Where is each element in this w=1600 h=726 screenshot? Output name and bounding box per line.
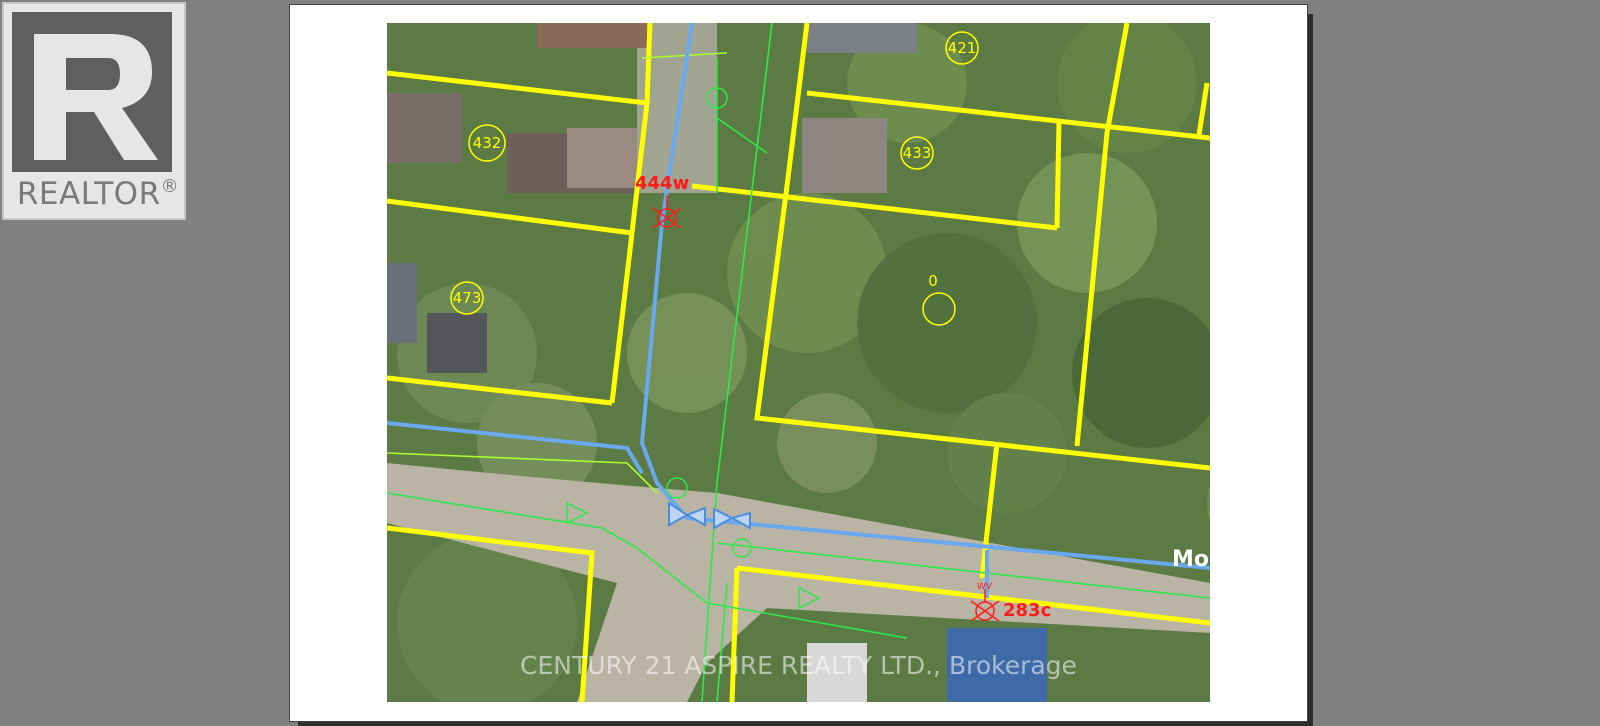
building xyxy=(537,23,647,48)
valve-label-283c: 283c xyxy=(1003,600,1051,621)
building xyxy=(807,643,867,702)
building-blue-roof xyxy=(947,628,1047,702)
parcel-label-0: 0 xyxy=(928,272,938,290)
registered-mark: ® xyxy=(160,176,180,197)
aerial-map-canvas: 421 432 433 473 0 444w 283c WV Mo xyxy=(387,23,1210,702)
wv-tag: WV xyxy=(977,582,993,592)
valve-label-444w: 444w xyxy=(635,173,689,194)
realtor-wordmark: REALTOR® xyxy=(8,176,188,212)
parcel-label-432: 432 xyxy=(473,134,502,152)
realtor-logo: REALTOR® xyxy=(2,2,186,220)
building xyxy=(802,118,887,193)
building xyxy=(567,128,637,188)
parcel-label-473: 473 xyxy=(453,289,482,307)
parcel-label-421: 421 xyxy=(948,39,977,57)
realtor-r-mark xyxy=(12,12,172,172)
aerial-map: 421 432 433 473 0 444w 283c WV Mo CENTUR… xyxy=(387,23,1210,702)
parcel-label-433: 433 xyxy=(903,144,932,162)
building xyxy=(807,23,917,53)
building xyxy=(427,313,487,373)
building xyxy=(387,93,462,163)
realtor-word: REALTOR xyxy=(16,176,161,212)
street-label: Mo xyxy=(1172,547,1209,572)
building xyxy=(387,263,417,343)
